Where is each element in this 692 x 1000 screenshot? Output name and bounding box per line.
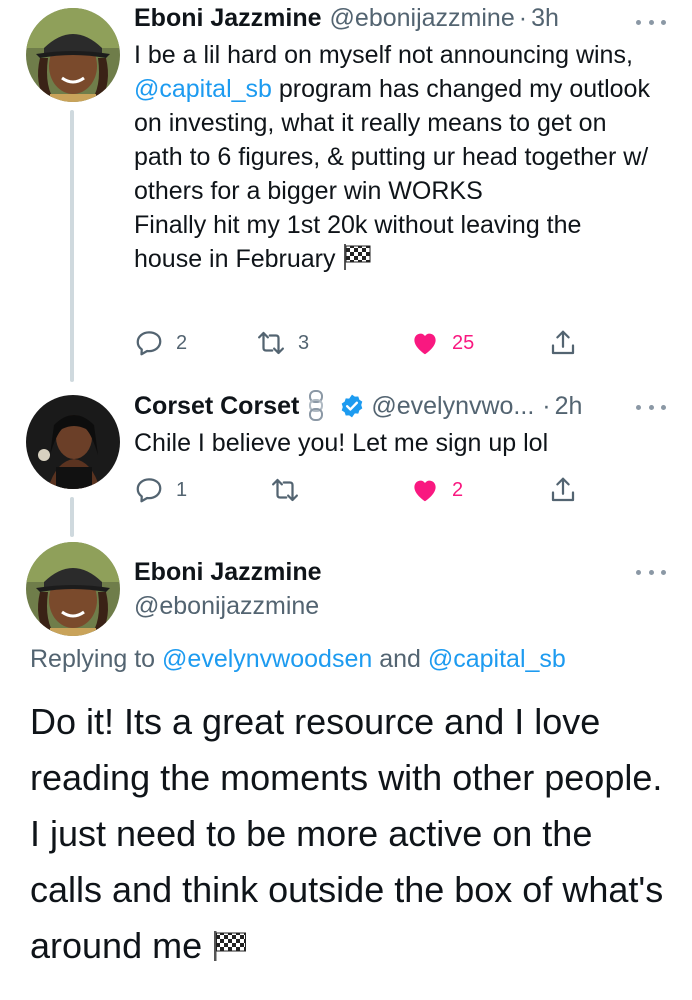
mention-link[interactable]: @evelynvwoodsen (162, 645, 372, 673)
more-options-icon[interactable] (636, 12, 666, 32)
main-tweet-text: Do it! Its a great resource and I love r… (30, 701, 664, 966)
replying-to-line: Replying to @evelynvwoodsen and @capital… (30, 645, 566, 674)
separator-dot: · (542, 391, 551, 420)
share-icon (551, 330, 575, 355)
author-handle[interactable]: @ebonijazzmine (134, 592, 319, 621)
tweet-header: Corset Corset @evelynvwo... · 2h (134, 390, 582, 422)
checkered-flag-icon (214, 931, 247, 961)
avatar-eboni[interactable] (26, 8, 120, 102)
replying-prefix: Replying to (30, 645, 156, 673)
mention-link[interactable]: @capital_sb (428, 645, 566, 673)
heart-icon (414, 480, 436, 502)
tweet-text-part: I be a lil hard on myself not announcing… (134, 41, 633, 69)
avatar-corset[interactable] (26, 395, 120, 489)
like-button[interactable]: 25 (410, 326, 474, 360)
reply-icon (136, 478, 162, 503)
like-button[interactable]: 2 (410, 473, 463, 507)
thread-line (70, 497, 74, 537)
separator-dot: · (518, 4, 528, 32)
reply-count: 1 (176, 478, 188, 501)
reply-button[interactable]: 1 (134, 473, 187, 507)
retweet-icon (258, 331, 284, 355)
reply-button[interactable]: 2 (134, 326, 187, 360)
main-tweet-body: Do it! Its a great resource and I love r… (30, 694, 670, 974)
retweet-button[interactable] (270, 473, 312, 507)
replying-and: and (379, 645, 421, 673)
tweet-body: Chile I believe you! Let me sign up lol (134, 429, 549, 457)
tweet-header: Eboni Jazzmine @ebonijazzmine · 3h (134, 4, 559, 33)
avatar-eboni[interactable] (26, 542, 120, 636)
retweet-count: 3 (298, 331, 310, 354)
more-options-icon[interactable] (636, 562, 666, 582)
author-handle[interactable]: @ebonijazzmine (330, 4, 515, 33)
tweet-actions: 1 2 (134, 473, 594, 507)
verified-badge-icon (342, 394, 363, 418)
share-button[interactable] (548, 326, 578, 360)
like-count: 25 (452, 331, 475, 354)
checkered-flag-icon (344, 244, 371, 270)
mention-link[interactable]: @capital_sb (134, 75, 272, 103)
author-handle[interactable]: @evelynvwo... (371, 392, 534, 421)
tweet-body: I be a lil hard on myself not announcing… (134, 38, 654, 276)
author-name[interactable]: Eboni Jazzmine (134, 4, 322, 33)
thread-line (70, 110, 74, 382)
retweet-icon (272, 478, 298, 502)
timestamp[interactable]: 3h (531, 4, 559, 33)
more-options-icon[interactable] (636, 397, 666, 417)
chain-icon (309, 390, 324, 421)
share-button[interactable] (548, 473, 578, 507)
timestamp[interactable]: 2h (555, 392, 583, 421)
like-count: 2 (452, 478, 464, 501)
heart-icon (414, 333, 436, 355)
share-icon (551, 477, 575, 502)
reply-count: 2 (176, 331, 188, 354)
author-name[interactable]: Corset Corset (134, 392, 299, 421)
author-name[interactable]: Eboni Jazzmine (134, 558, 322, 587)
retweet-button[interactable]: 3 (256, 326, 309, 360)
reply-icon (136, 331, 162, 356)
tweet-actions: 2 3 25 (134, 326, 594, 360)
